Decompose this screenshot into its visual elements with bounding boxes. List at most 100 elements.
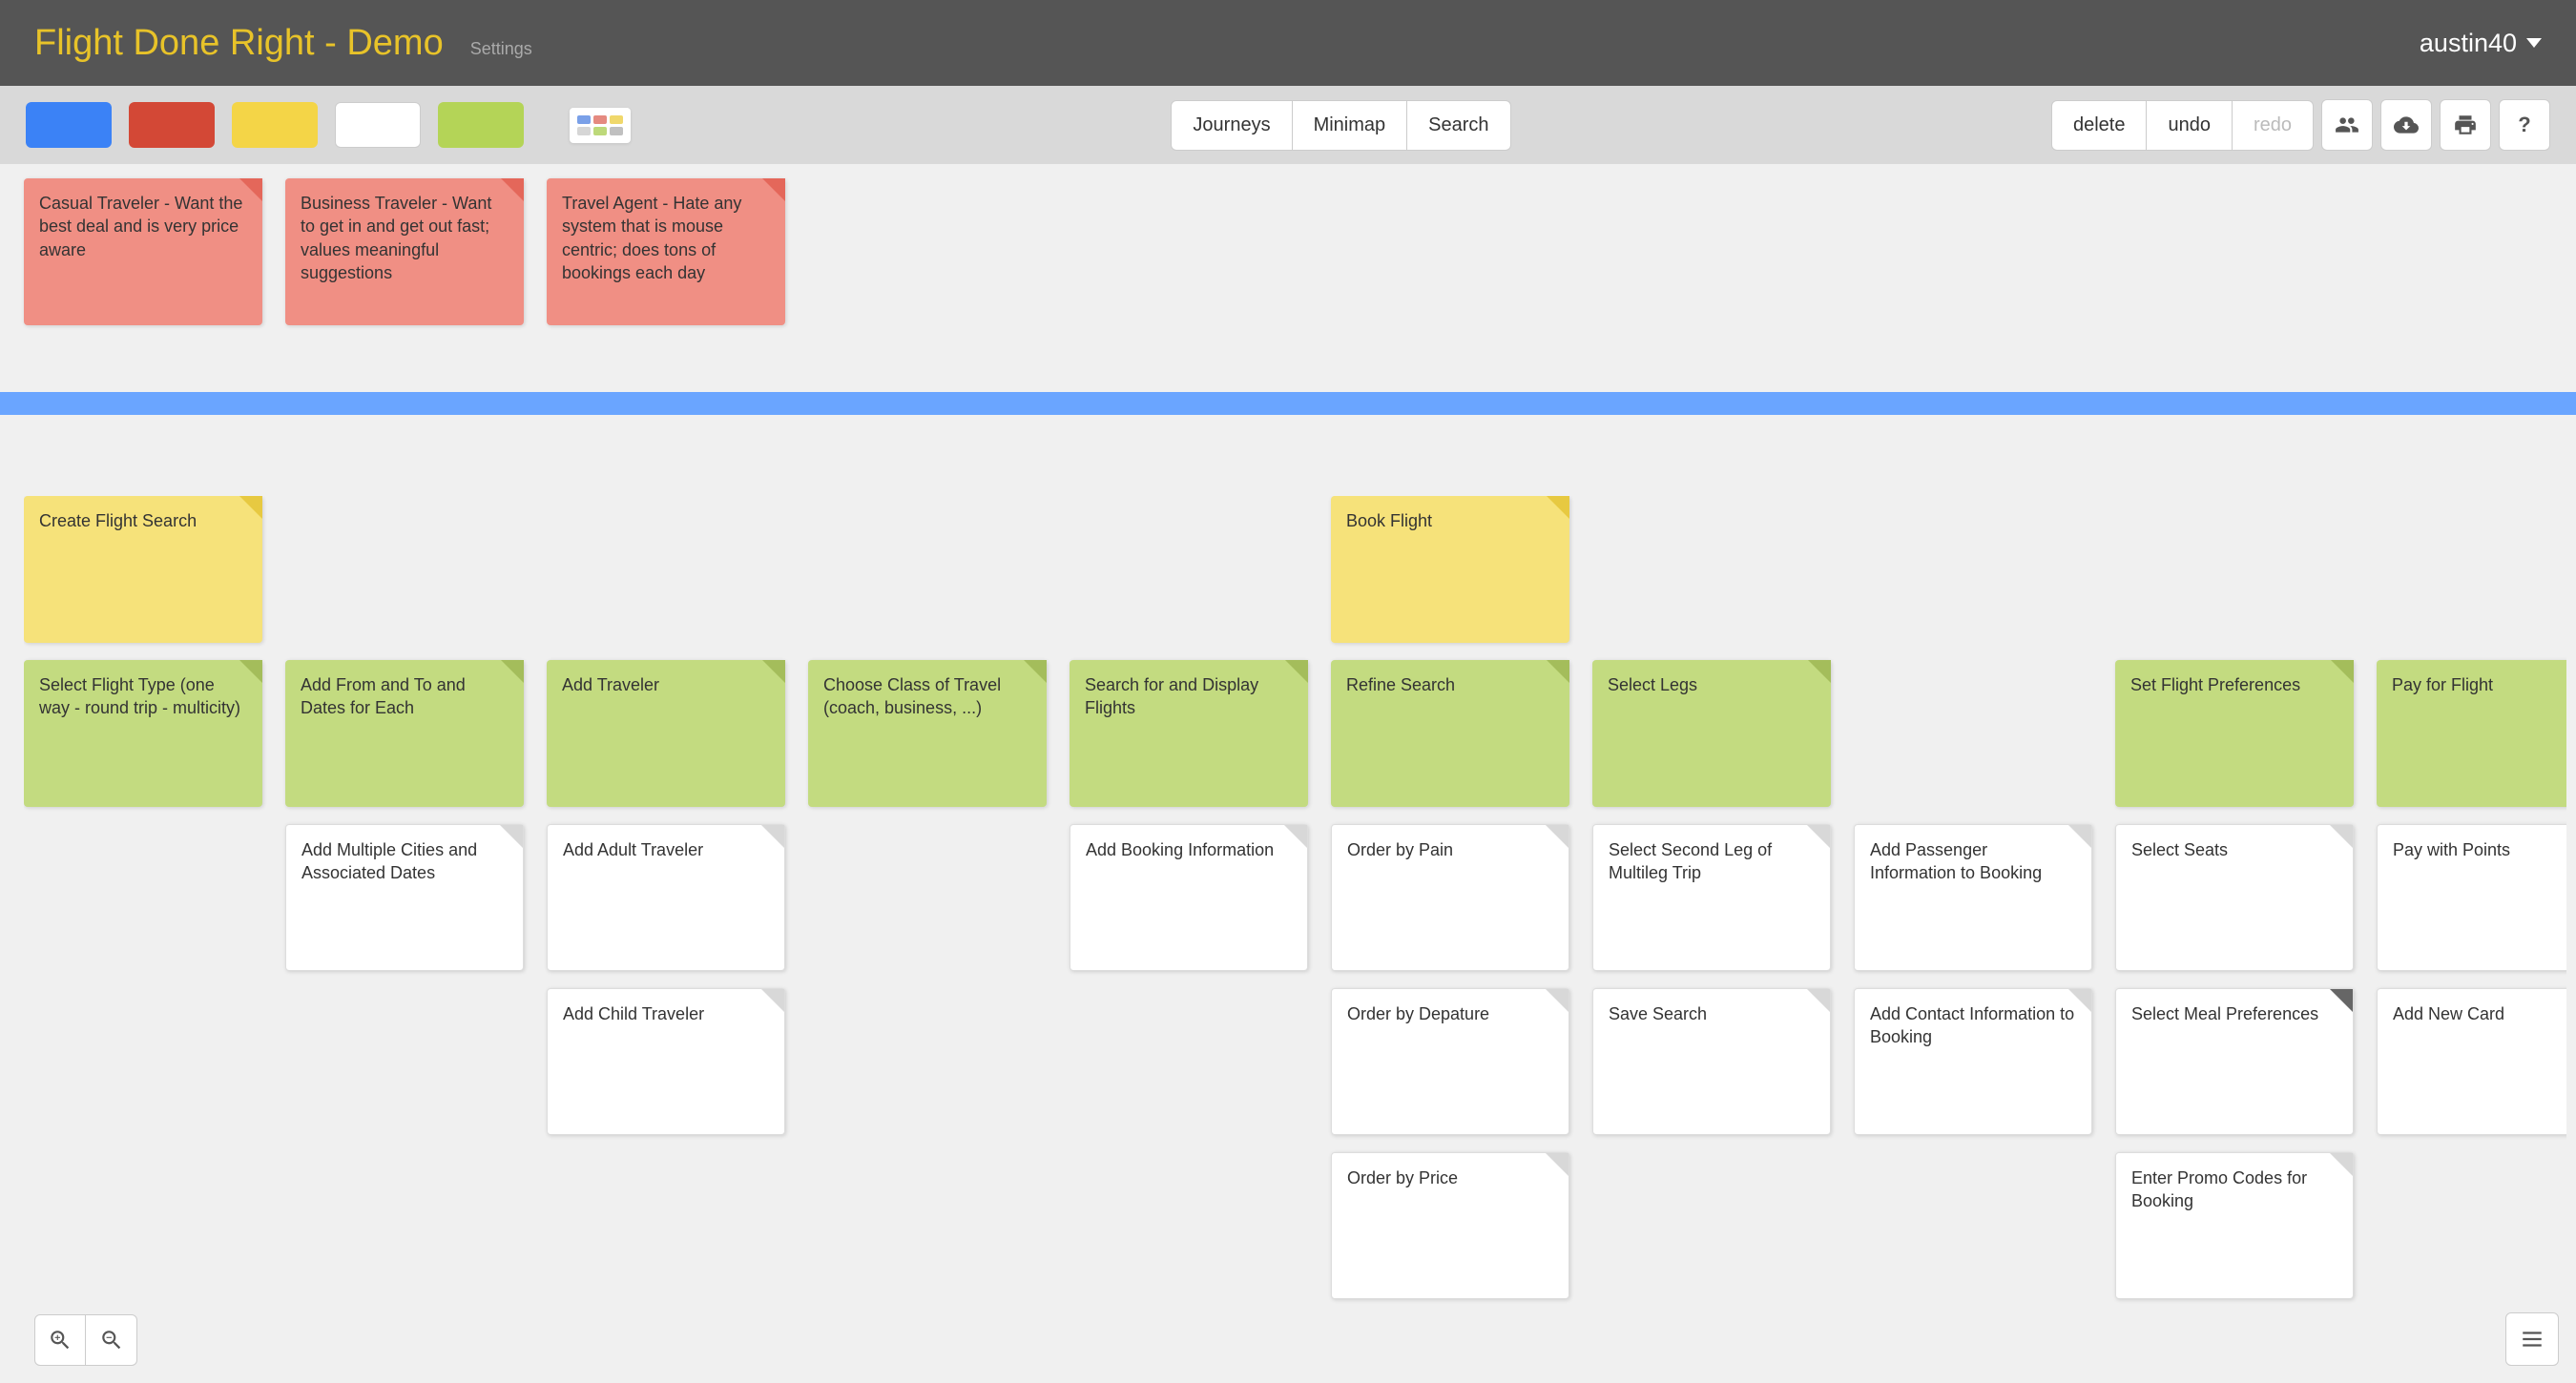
dog-ear-icon bbox=[2068, 989, 2091, 1012]
story-slot: Add Child Traveler bbox=[547, 988, 785, 1143]
share-button[interactable] bbox=[2321, 99, 2373, 151]
activity-slot: Choose Class of Travel (coach, business,… bbox=[808, 660, 1047, 815]
story-column: Add From and To and Dates for Each Add Mu… bbox=[285, 496, 524, 988]
story-slot: Order by Pain bbox=[1331, 824, 1569, 979]
activity-card[interactable]: Select Legs bbox=[1592, 660, 1831, 807]
activity-slot: Refine Search bbox=[1331, 660, 1569, 815]
story-label: Enter Promo Codes for Booking bbox=[2131, 1168, 2307, 1210]
story-label: Add Passenger Information to Booking bbox=[1870, 840, 2042, 882]
persona-text: Travel Agent - Hate any system that is m… bbox=[562, 194, 741, 282]
color-swatch-white[interactable] bbox=[335, 102, 421, 148]
epic-slot: Create Flight Search bbox=[24, 496, 262, 650]
arrange-button[interactable] bbox=[2505, 1312, 2559, 1366]
epic-card[interactable]: Book Flight bbox=[1331, 496, 1569, 643]
dog-ear-icon bbox=[1807, 825, 1830, 848]
story-map-columns: Create Flight Search Select Flight Type (… bbox=[24, 496, 2566, 1316]
tab-minimap[interactable]: Minimap bbox=[1293, 100, 1408, 151]
dog-ear-icon bbox=[761, 825, 784, 848]
persona-card[interactable]: Business Traveler - Want to get in and g… bbox=[285, 178, 524, 325]
zoom-in-icon bbox=[48, 1328, 73, 1352]
activity-card[interactable]: Select Flight Type (one way - round trip… bbox=[24, 660, 262, 807]
story-card[interactable]: Enter Promo Codes for Booking bbox=[2115, 1152, 2354, 1299]
undo-button[interactable]: undo bbox=[2147, 100, 2233, 151]
activity-card[interactable]: Choose Class of Travel (coach, business,… bbox=[808, 660, 1047, 807]
color-swatch-green[interactable] bbox=[438, 102, 524, 148]
epic-label: Book Flight bbox=[1346, 511, 1432, 530]
color-swatch-red[interactable] bbox=[129, 102, 215, 148]
dog-ear-icon bbox=[1284, 825, 1307, 848]
activity-label: Pay for Flight bbox=[2392, 675, 2493, 694]
story-card[interactable]: Order by Depature bbox=[1331, 988, 1569, 1135]
story-card[interactable]: Add Adult Traveler bbox=[547, 824, 785, 971]
dog-ear-icon bbox=[1547, 496, 1569, 519]
story-card[interactable]: Add Child Traveler bbox=[547, 988, 785, 1135]
activity-card[interactable]: Pay for Flight bbox=[2377, 660, 2566, 807]
dog-ear-icon bbox=[2331, 660, 2354, 683]
help-button[interactable]: ? bbox=[2499, 99, 2550, 151]
activity-label: Refine Search bbox=[1346, 675, 1455, 694]
release-divider[interactable] bbox=[0, 392, 2576, 415]
cloud-download-button[interactable] bbox=[2380, 99, 2432, 151]
story-label: Save Search bbox=[1609, 1004, 1707, 1023]
dog-ear-icon bbox=[2330, 825, 2353, 848]
epic-card[interactable]: Create Flight Search bbox=[24, 496, 262, 643]
activity-card[interactable]: Refine Search bbox=[1331, 660, 1569, 807]
toolbar-left bbox=[26, 102, 631, 148]
activity-label: Set Flight Preferences bbox=[2130, 675, 2300, 694]
story-card[interactable]: Order by Pain bbox=[1331, 824, 1569, 971]
story-card[interactable]: Pay with Points bbox=[2377, 824, 2566, 971]
persona-card[interactable]: Travel Agent - Hate any system that is m… bbox=[547, 178, 785, 325]
printer-icon bbox=[2453, 113, 2478, 137]
dog-ear-icon bbox=[1546, 989, 1568, 1012]
tab-search[interactable]: Search bbox=[1407, 100, 1510, 151]
color-swatch-blue[interactable] bbox=[26, 102, 112, 148]
dog-ear-icon bbox=[762, 178, 785, 201]
activity-card[interactable]: Add From and To and Dates for Each bbox=[285, 660, 524, 807]
palette-picker-icon[interactable] bbox=[570, 108, 631, 143]
story-card[interactable]: Select Seats bbox=[2115, 824, 2354, 971]
zoom-out-button[interactable] bbox=[86, 1314, 137, 1366]
zoom-out-icon bbox=[99, 1328, 124, 1352]
zoom-in-button[interactable] bbox=[34, 1314, 86, 1366]
print-button[interactable] bbox=[2440, 99, 2491, 151]
story-card[interactable]: Order by Price bbox=[1331, 1152, 1569, 1299]
story-card[interactable]: Select Second Leg of Multileg Trip bbox=[1592, 824, 1831, 971]
activity-slot: Pay for Flight bbox=[2377, 660, 2566, 815]
story-card[interactable]: Add Multiple Cities and Associated Dates bbox=[285, 824, 524, 971]
epic-label: Create Flight Search bbox=[39, 511, 197, 530]
story-slot: Add Multiple Cities and Associated Dates bbox=[285, 824, 524, 979]
activity-card[interactable]: Search for and Display Flights bbox=[1070, 660, 1308, 807]
toolbar-right: delete undo redo ? bbox=[2051, 99, 2550, 151]
story-map-canvas[interactable]: Casual Traveler - Want the best deal and… bbox=[0, 164, 2576, 1383]
activity-card[interactable]: Add Traveler bbox=[547, 660, 785, 807]
activity-card[interactable]: Set Flight Preferences bbox=[2115, 660, 2354, 807]
story-card[interactable]: Save Search bbox=[1592, 988, 1831, 1135]
story-column: Book Flight Refine Search Order by Pain Ord… bbox=[1331, 496, 1569, 1316]
redo-button[interactable]: redo bbox=[2233, 100, 2314, 151]
list-icon bbox=[2520, 1327, 2545, 1352]
dog-ear-icon bbox=[1285, 660, 1308, 683]
user-menu[interactable]: austin40 bbox=[2420, 29, 2542, 58]
story-column: Select Legs Select Second Leg of Multileg… bbox=[1592, 496, 1831, 1152]
activity-label: Add Traveler bbox=[562, 675, 659, 694]
story-card[interactable]: Add Passenger Information to Booking bbox=[1854, 824, 2092, 971]
persona-card[interactable]: Casual Traveler - Want the best deal and… bbox=[24, 178, 262, 325]
activity-slot: Add From and To and Dates for Each bbox=[285, 660, 524, 815]
color-swatch-yellow[interactable] bbox=[232, 102, 318, 148]
story-card[interactable]: Add Contact Information to Booking bbox=[1854, 988, 2092, 1135]
story-label: Order by Depature bbox=[1347, 1004, 1489, 1023]
story-label: Select Meal Preferences bbox=[2131, 1004, 2318, 1023]
settings-link[interactable]: Settings bbox=[470, 39, 532, 59]
story-column: Create Flight Search Select Flight Type (… bbox=[24, 496, 262, 824]
epic-slot: Book Flight bbox=[1331, 496, 1569, 650]
delete-button[interactable]: delete bbox=[2051, 100, 2148, 151]
activity-slot: Select Legs bbox=[1592, 660, 1831, 815]
story-card[interactable]: Select Meal Preferences bbox=[2115, 988, 2354, 1135]
activity-slot: Select Flight Type (one way - round trip… bbox=[24, 660, 262, 815]
story-slot: Add Booking Information bbox=[1070, 824, 1308, 979]
dog-ear-icon bbox=[2068, 825, 2091, 848]
story-card[interactable]: Add Booking Information bbox=[1070, 824, 1308, 971]
tab-journeys[interactable]: Journeys bbox=[1171, 100, 1292, 151]
epic-slot bbox=[285, 496, 524, 650]
story-card[interactable]: Add New Card bbox=[2377, 988, 2566, 1135]
